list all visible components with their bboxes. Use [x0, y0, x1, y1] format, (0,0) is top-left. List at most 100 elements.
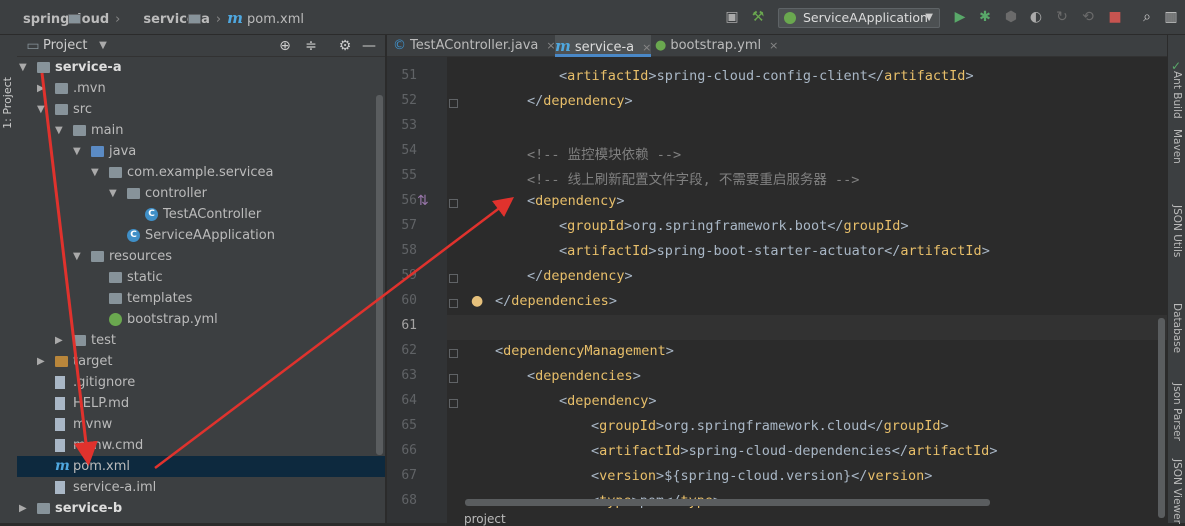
coverage-icon[interactable]: ⬢ [1003, 9, 1019, 25]
hammer-icon[interactable]: ⚒ [750, 9, 766, 25]
chevron-down-icon[interactable]: ▼ [91, 162, 101, 183]
tree-item-label: target [73, 354, 113, 369]
tree-item[interactable]: ▼ resources [17, 246, 385, 267]
tree-item[interactable]: mvnw [17, 414, 385, 435]
right-tool-tab[interactable]: JSON Utils [1171, 205, 1183, 257]
tree-item[interactable]: ▶ test [17, 330, 385, 351]
fold-marker-icon[interactable] [449, 199, 458, 208]
locate-icon[interactable]: ⊕ [277, 38, 293, 54]
project-tool-tab[interactable]: 1: Project [1, 77, 14, 129]
xml-comment: <!-- 线上刷新配置文件字段, 不需要重启服务器 --> [527, 172, 860, 188]
fold-marker-icon[interactable] [449, 349, 458, 358]
tree-item-label: bootstrap.yml [127, 312, 218, 327]
stop-icon[interactable]: ■ [1107, 9, 1123, 25]
build-window-icon[interactable]: ▣ [724, 9, 740, 25]
tree-item[interactable]: m pom.xml [17, 456, 385, 477]
run-configuration-select[interactable]: ServiceAApplication ▼ [778, 8, 940, 28]
close-icon[interactable]: × [642, 41, 651, 54]
line-number: 65 [401, 418, 417, 433]
fold-marker-icon[interactable] [449, 299, 458, 308]
project-tree[interactable]: ▼ service-a ▶ .mvn ▼ src ▼ main ▼ java ▼ com.exampl… [17, 57, 385, 523]
tree-item[interactable]: ▼ src [17, 99, 385, 120]
profile-icon[interactable]: ◐ [1028, 9, 1044, 25]
chevron-down-icon[interactable]: ▼ [95, 38, 111, 54]
code-token: < [559, 218, 568, 234]
folder-icon [127, 188, 140, 199]
chevron-right-icon[interactable]: ▶ [37, 78, 47, 99]
fold-marker-icon[interactable] [449, 399, 458, 408]
tree-item[interactable]: service-a.iml [17, 477, 385, 498]
editor-horizontal-scrollbar[interactable] [465, 499, 990, 506]
gear-icon[interactable]: ⚙ [337, 38, 353, 54]
run-icon[interactable]: ▶ [952, 9, 968, 25]
collapse-all-icon[interactable]: ≑ [303, 38, 319, 54]
tree-item[interactable]: ▶ target [17, 351, 385, 372]
module-folder-icon [37, 503, 50, 514]
xml-tag-name: groupId [843, 218, 901, 234]
tree-scrollbar[interactable] [376, 95, 383, 455]
right-tool-tab[interactable]: Maven [1171, 129, 1183, 164]
breadcrumb-item-root[interactable]: springcloud [23, 12, 109, 27]
code-token: < [591, 418, 600, 434]
code-token: > [900, 218, 909, 234]
code-line: <!-- 线上刷新配置文件字段, 不需要重启服务器 --> [527, 168, 859, 188]
editor-tab[interactable]: m service-a × [555, 35, 651, 57]
code-token: </ [867, 418, 884, 434]
tree-item[interactable]: C TestAController [17, 204, 385, 225]
editor-tab[interactable]: © TestAController.java × [393, 35, 556, 57]
layout-icon[interactable]: ▥ [1163, 9, 1179, 25]
search-icon[interactable]: ⌕ [1139, 9, 1155, 25]
right-tool-tab[interactable]: Database [1171, 303, 1183, 353]
right-tool-tab[interactable]: Json Parser [1171, 383, 1183, 441]
chevron-down-icon[interactable]: ▼ [109, 183, 119, 204]
right-tool-tab[interactable]: JSON Viewer [1171, 459, 1183, 524]
code-token: > [656, 468, 665, 484]
tree-item[interactable]: .gitignore [17, 372, 385, 393]
chevron-down-icon[interactable]: ▼ [73, 141, 83, 162]
tree-item[interactable]: C ServiceAApplication [17, 225, 385, 246]
code-token: </ [495, 293, 512, 309]
code-token: < [591, 468, 600, 484]
lightbulb-icon[interactable]: ● [471, 293, 483, 309]
tree-item[interactable]: ▶ .mvn [17, 78, 385, 99]
editor-tab[interactable]: ● bootstrap.yml × [655, 35, 778, 57]
code-editor[interactable]: 51 52 53 54 55 56 57 58 59 60 61 62 63 64 65 66 67 68 <ar… [387, 57, 1167, 523]
xml-tag-name: dependency [543, 93, 625, 109]
chevron-down-icon[interactable]: ▼ [37, 99, 47, 120]
rerun-icon[interactable]: ⟲ [1080, 9, 1096, 25]
chevron-down-icon[interactable]: ▼ [73, 246, 83, 267]
tree-item[interactable]: static [17, 267, 385, 288]
editor-tab-label: TestAController.java [410, 38, 539, 53]
chevron-down-icon[interactable]: ▼ [55, 120, 65, 141]
fold-marker-icon[interactable] [449, 274, 458, 283]
right-tool-tab[interactable]: Ant Build [1171, 71, 1183, 119]
breadcrumb-footer[interactable]: project [464, 512, 506, 526]
editor-tabs: © TestAController.java × m service-a × ● bootst… [387, 35, 1167, 57]
tree-item[interactable]: ▼ main [17, 120, 385, 141]
chevron-down-icon[interactable]: ▼ [19, 57, 29, 78]
tree-item[interactable]: ▼ controller [17, 183, 385, 204]
tree-item[interactable]: bootstrap.yml [17, 309, 385, 330]
chevron-right-icon[interactable]: ▶ [37, 351, 47, 372]
fold-marker-icon[interactable] [449, 374, 458, 383]
minimize-icon[interactable]: — [361, 38, 377, 54]
tree-item[interactable]: ▼ java [17, 141, 385, 162]
chevron-right-icon[interactable]: ▶ [55, 330, 65, 351]
tree-item[interactable]: ▶ service-b [17, 498, 385, 519]
debug-icon[interactable]: ✱ [977, 9, 993, 25]
close-icon[interactable]: × [769, 39, 778, 52]
tree-item[interactable]: ▼ service-a [17, 57, 385, 78]
editor-scrollbar[interactable] [1158, 318, 1165, 518]
tree-item[interactable]: templates [17, 288, 385, 309]
chevron-right-icon[interactable]: ▶ [19, 498, 29, 519]
project-panel-title[interactable]: Project [43, 38, 87, 53]
attach-icon[interactable]: ↻ [1054, 9, 1070, 25]
tree-item[interactable]: HELP.md [17, 393, 385, 414]
breadcrumb-item-file[interactable]: pom.xml [247, 12, 304, 27]
maven-inherited-dependency-icon[interactable]: ⇅ [417, 193, 429, 209]
code-token: spring-cloud-dependencies [688, 443, 892, 459]
tree-item[interactable]: mvnw.cmd [17, 435, 385, 456]
xml-tag-name: artifactId [884, 68, 966, 84]
tree-item[interactable]: ▼ com.example.servicea [17, 162, 385, 183]
fold-marker-icon[interactable] [449, 99, 458, 108]
